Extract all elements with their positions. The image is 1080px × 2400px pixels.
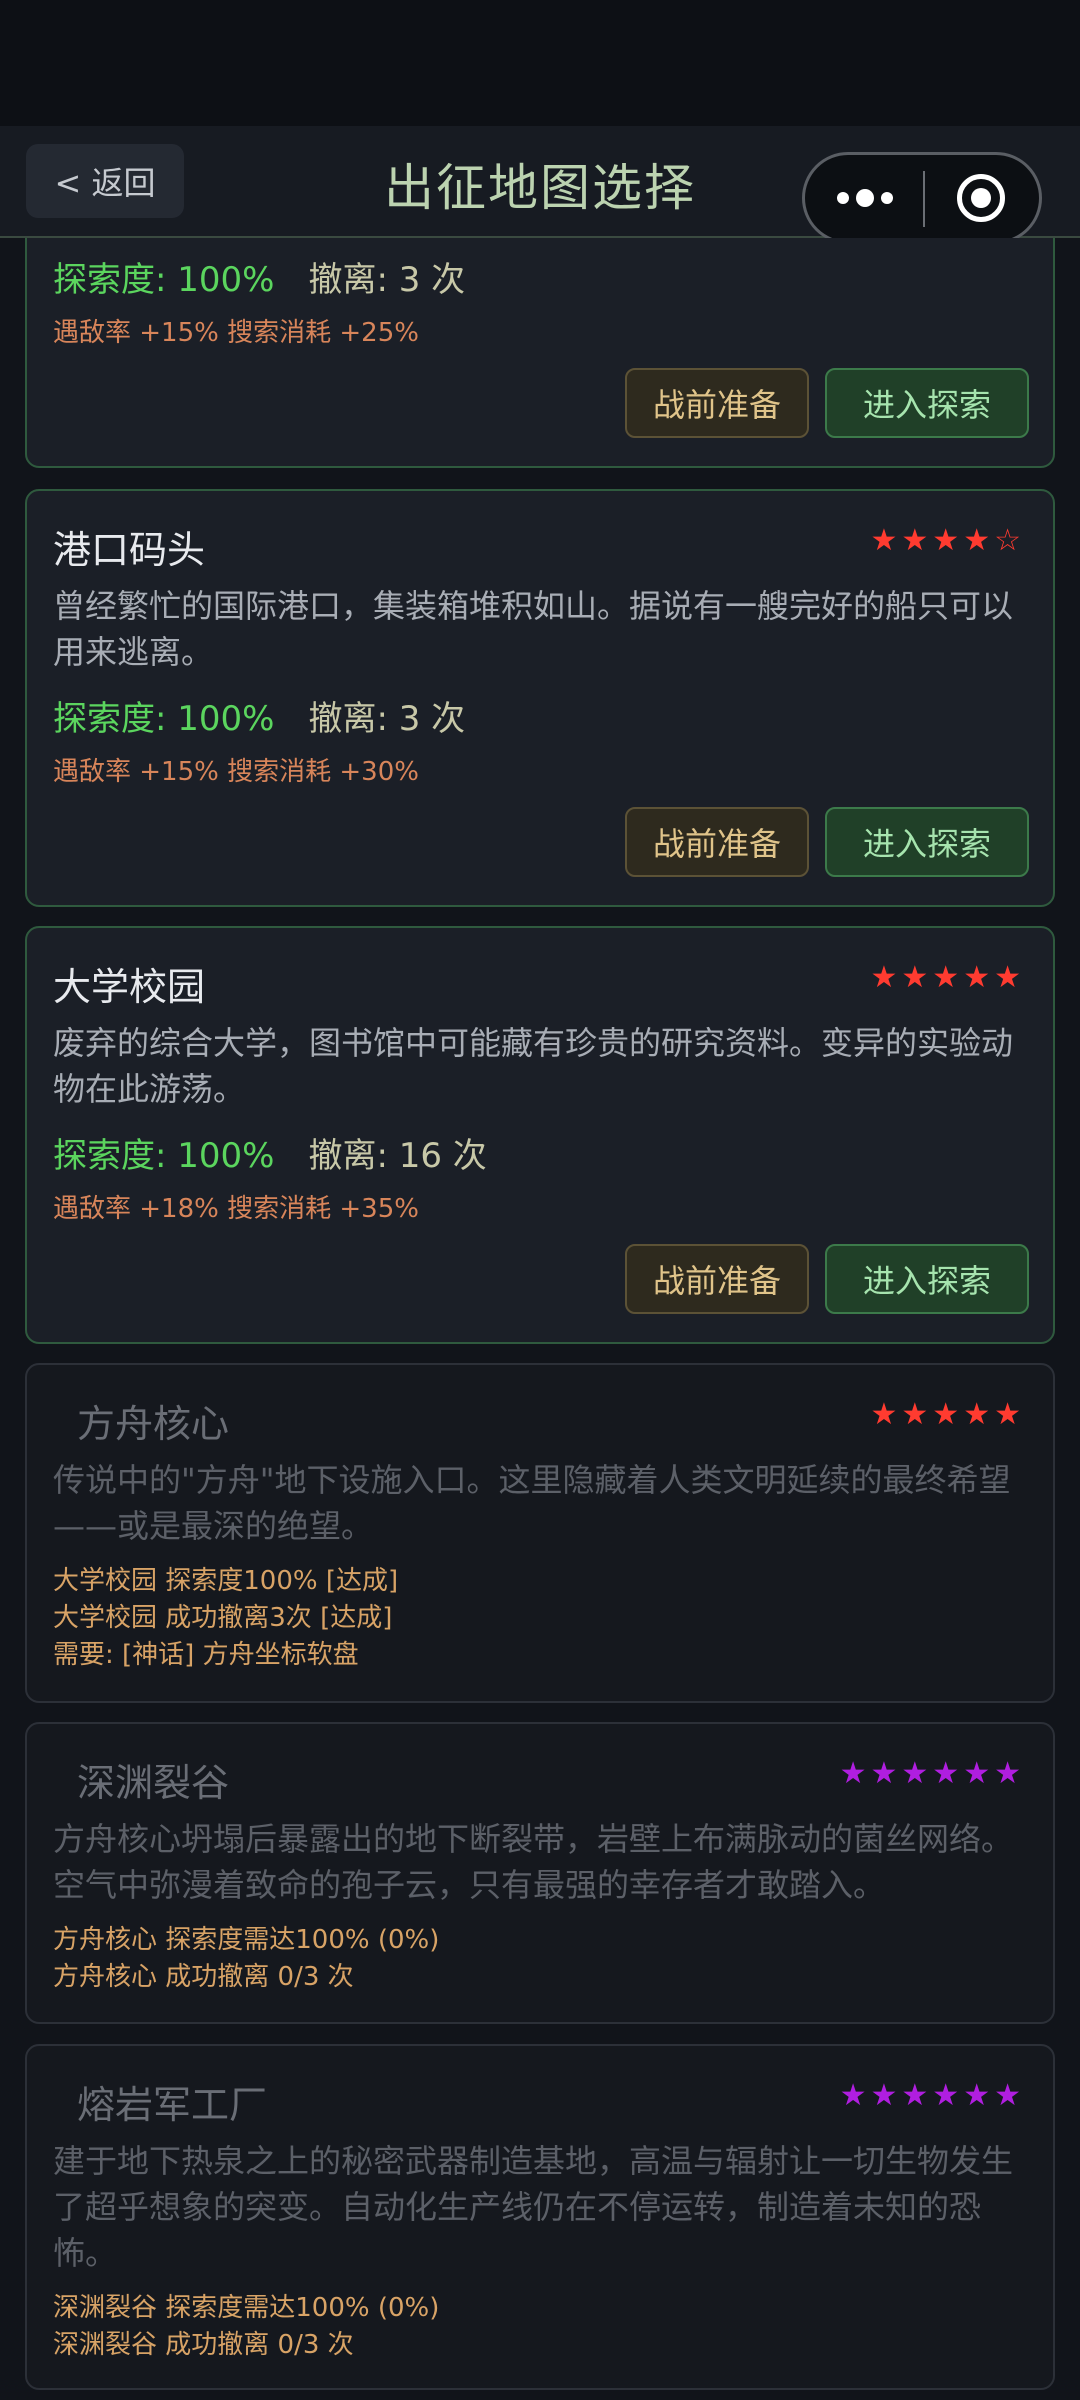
capsule-divider [923,171,925,227]
locked-map-card[interactable]: 方舟核心 ★★★★★ 传说中的"方舟"地下设施入口。这里隐藏着人类文明延续的最终… [25,1363,1055,1703]
map-description: 废弃的综合大学，图书馆中可能藏有珍贵的研究资料。变异的实验动物在此游荡。 [53,1024,1014,1108]
enter-button[interactable]: 进入探索 [825,807,1029,877]
nav-bar: < 返回 出征地图选择 [0,126,1080,244]
map-title: 深渊裂谷 [77,1761,230,1805]
map-modifiers: 遇敌率 +15% 搜索消耗 +25% [53,318,419,348]
extract-count: 撤离: 16 次 [308,1136,487,1176]
map-stats: 探索度: 100% 撤离: 16 次 [53,1128,487,1177]
map-card: 港口码头 ★★★★☆ 曾经繁忙的国际港口，集装箱堆积如山。据说有一艘完好的船只可… [25,489,1055,907]
map-description: 曾经繁忙的国际港口，集装箱堆积如山。据说有一艘完好的船只可以用来逃离。 [53,587,1014,671]
map-modifiers: 遇敌率 +15% 搜索消耗 +30% [53,757,419,787]
close-miniprogram-icon[interactable] [957,174,1005,222]
explore-progress: 探索度: 100% [53,260,275,300]
explore-progress: 探索度: 100% [53,1136,275,1176]
prep-button[interactable]: 战前准备 [625,1244,809,1314]
unlock-requirement: 方舟核心 成功撤离 0/3 次 [53,1962,354,1992]
mini-program-capsule [802,152,1042,244]
map-description: 建于地下热泉之上的秘密武器制造基地，高温与辐射让一切生物发生了超乎想象的突变。自… [53,2142,1014,2272]
difficulty-stars: ★★★★★ [870,1397,1025,1432]
unlock-requirement: 深渊裂谷 探索度需达100% (0%) [53,2293,440,2323]
enter-button[interactable]: 进入探索 [825,1244,1029,1314]
map-stats: 探索度: 100% 撤离: 3 次 [53,691,465,740]
difficulty-stars: ★★★★☆ [870,523,1025,558]
unlock-requirement: 深渊裂谷 成功撤离 0/3 次 [53,2330,354,2360]
extract-count: 撤离: 3 次 [308,699,466,739]
prep-button[interactable]: 战前准备 [625,807,809,877]
map-card: 探索度: 100% 撤离: 3 次 遇敌率 +15% 搜索消耗 +25% 战前准备… [25,238,1055,468]
map-list[interactable]: 探索度: 100% 撤离: 3 次 遇敌率 +15% 搜索消耗 +25% 战前准备… [0,238,1080,2400]
prep-button[interactable]: 战前准备 [625,368,809,438]
map-description: 传说中的"方舟"地下设施入口。这里隐藏着人类文明延续的最终希望——或是最深的绝望… [53,1461,1011,1545]
locked-map-card[interactable]: 深渊裂谷 ★★★★★★ 方舟核心坍塌后暴露出的地下断裂带，岩壁上布满脉动的菌丝网… [25,1722,1055,2024]
map-description: 方舟核心坍塌后暴露出的地下断裂带，岩壁上布满脉动的菌丝网络。空气中弥漫着致命的孢… [53,1820,1014,1904]
difficulty-stars: ★★★★★ [870,960,1025,995]
explore-progress: 探索度: 100% [53,699,275,739]
map-modifiers: 遇敌率 +18% 搜索消耗 +35% [53,1194,419,1224]
extract-count: 撤离: 3 次 [308,260,466,300]
status-bar [0,0,1080,126]
enter-button[interactable]: 进入探索 [825,368,1029,438]
map-card: 大学校园 ★★★★★ 废弃的综合大学，图书馆中可能藏有珍贵的研究资料。变异的实验… [25,926,1055,1344]
difficulty-stars: ★★★★★★ [839,2078,1025,2113]
map-title: 大学校园 [53,965,206,1009]
map-title: 港口码头 [53,528,206,572]
more-icon[interactable] [837,183,897,213]
unlock-requirement: 大学校园 探索度100% [达成] [53,1566,399,1596]
locked-map-card[interactable]: 熔岩军工厂 ★★★★★★ 建于地下热泉之上的秘密武器制造基地，高温与辐射让一切生… [25,2044,1055,2390]
unlock-requirement: 方舟核心 探索度需达100% (0%) [53,1925,440,1955]
unlock-requirement: 大学校园 成功撤离3次 [达成] [53,1603,393,1633]
map-title: 熔岩军工厂 [77,2083,268,2127]
unlock-requirement: 需要: [神话] 方舟坐标软盘 [53,1640,359,1670]
map-title: 方舟核心 [77,1402,230,1446]
difficulty-stars: ★★★★★★ [839,1756,1025,1791]
map-stats: 探索度: 100% 撤离: 3 次 [53,252,465,301]
